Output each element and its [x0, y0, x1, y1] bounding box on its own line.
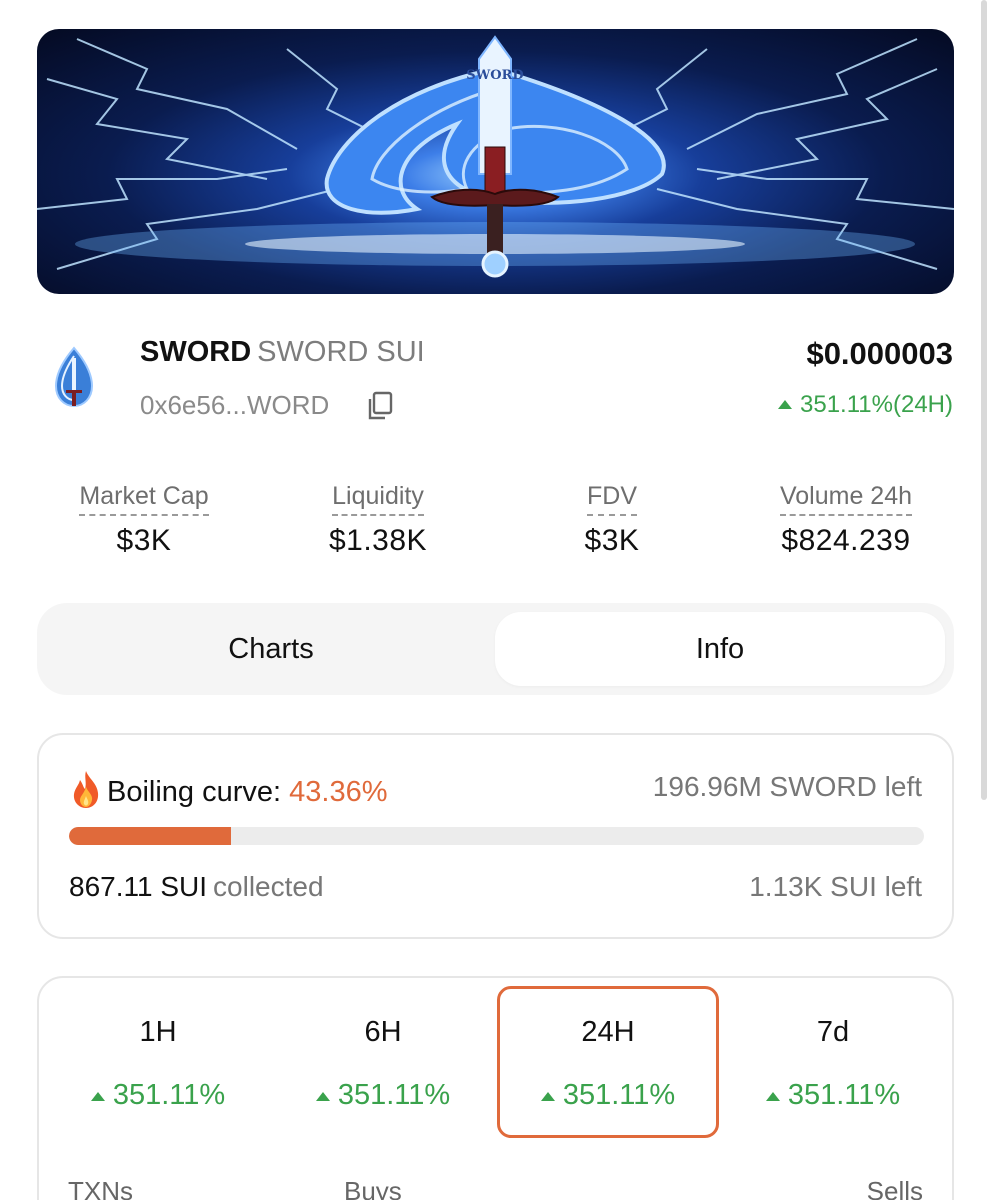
scrollbar[interactable]: [981, 0, 987, 800]
period-change-value: 351.11%: [112, 1079, 226, 1111]
tab-charts[interactable]: Charts: [46, 612, 496, 686]
stat-value: $3K: [116, 524, 172, 557]
period-label: 6H: [364, 1016, 402, 1048]
period-label: 1H: [139, 1016, 177, 1048]
period-change: 351.11%: [47, 1079, 269, 1112]
up-triangle-icon: [540, 1092, 555, 1101]
period-24h[interactable]: 24H 351.11%: [497, 986, 719, 1138]
period-7d[interactable]: 7d 351.11%: [722, 986, 944, 1138]
curve-percent: 43.36%: [289, 776, 388, 808]
curve-title: Boiling curve: 43.36%: [69, 769, 388, 809]
token-name: SWORD SUI: [257, 336, 425, 368]
stat-fdv[interactable]: FDV $3K: [562, 480, 662, 558]
view-tabs: Charts Info: [37, 603, 954, 695]
period-label: 7d: [816, 1016, 850, 1048]
token-title: SWORD SWORD SUI: [140, 336, 425, 369]
up-triangle-icon: [778, 400, 793, 409]
token-banner: SWORD: [37, 29, 954, 294]
tab-info[interactable]: Info: [495, 612, 945, 686]
stat-value: $824.239: [781, 524, 911, 557]
curve-progress-bar: [69, 827, 924, 845]
token-price: $0.000003: [806, 336, 953, 371]
up-triangle-icon: [765, 1092, 780, 1101]
up-triangle-icon: [315, 1092, 330, 1101]
period-1h[interactable]: 1H 351.11%: [47, 986, 269, 1138]
collected-suffix: collected: [213, 871, 324, 902]
collected-amount: 867.11 SUI: [69, 871, 208, 902]
buys-label: Buys: [344, 1176, 402, 1200]
stat-label: Liquidity: [332, 480, 424, 516]
fire-icon: [73, 771, 99, 808]
stat-label: Market Cap: [79, 480, 209, 516]
period-change: 351.11%: [722, 1079, 944, 1112]
stat-liquidity[interactable]: Liquidity $1.38K: [306, 480, 450, 558]
period-label: 24H: [581, 1016, 635, 1048]
period-change-card: 1H 351.11% 6H 351.11% 24H 351.11% 7d 351…: [37, 976, 954, 1200]
period-change: 351.11%: [272, 1079, 494, 1112]
stat-label: Volume 24h: [779, 480, 913, 516]
stat-label: FDV: [587, 480, 637, 516]
token-address: 0x6e56...WORD: [140, 390, 330, 420]
period-6h[interactable]: 6H 351.11%: [272, 986, 494, 1138]
boiling-curve-card: Boiling curve: 43.36% 196.96M SWORD left…: [37, 733, 954, 939]
up-triangle-icon: [90, 1092, 105, 1101]
period-change: 351.11%: [500, 1079, 716, 1112]
stat-market-cap[interactable]: Market Cap $3K: [62, 480, 226, 558]
period-change-value: 351.11%: [337, 1079, 451, 1111]
period-change-value: 351.11%: [787, 1079, 901, 1111]
sells-label: Sells: [866, 1176, 923, 1200]
curve-label: Boiling curve:: [107, 776, 282, 808]
tokens-left: 196.96M SWORD left: [652, 771, 922, 802]
stat-value: $1.38K: [328, 524, 428, 557]
txns-label: TXNs: [68, 1176, 133, 1200]
sui-collected: 867.11 SUI collected: [69, 871, 324, 903]
stat-value: $3K: [584, 524, 640, 557]
copy-icon[interactable]: [366, 391, 394, 421]
stat-volume-24h[interactable]: Volume 24h $824.239: [758, 480, 934, 558]
price-change-24h: 351.11%(24H): [778, 391, 953, 419]
svg-text:SWORD: SWORD: [466, 68, 523, 83]
price-change-value: 351.11%(24H): [800, 391, 953, 418]
period-change-value: 351.11%: [562, 1079, 676, 1111]
curve-progress-fill: [69, 827, 232, 845]
token-symbol: SWORD: [140, 336, 252, 368]
sui-left: 1.13K SUI left: [749, 871, 922, 902]
token-logo-icon: [54, 346, 94, 408]
